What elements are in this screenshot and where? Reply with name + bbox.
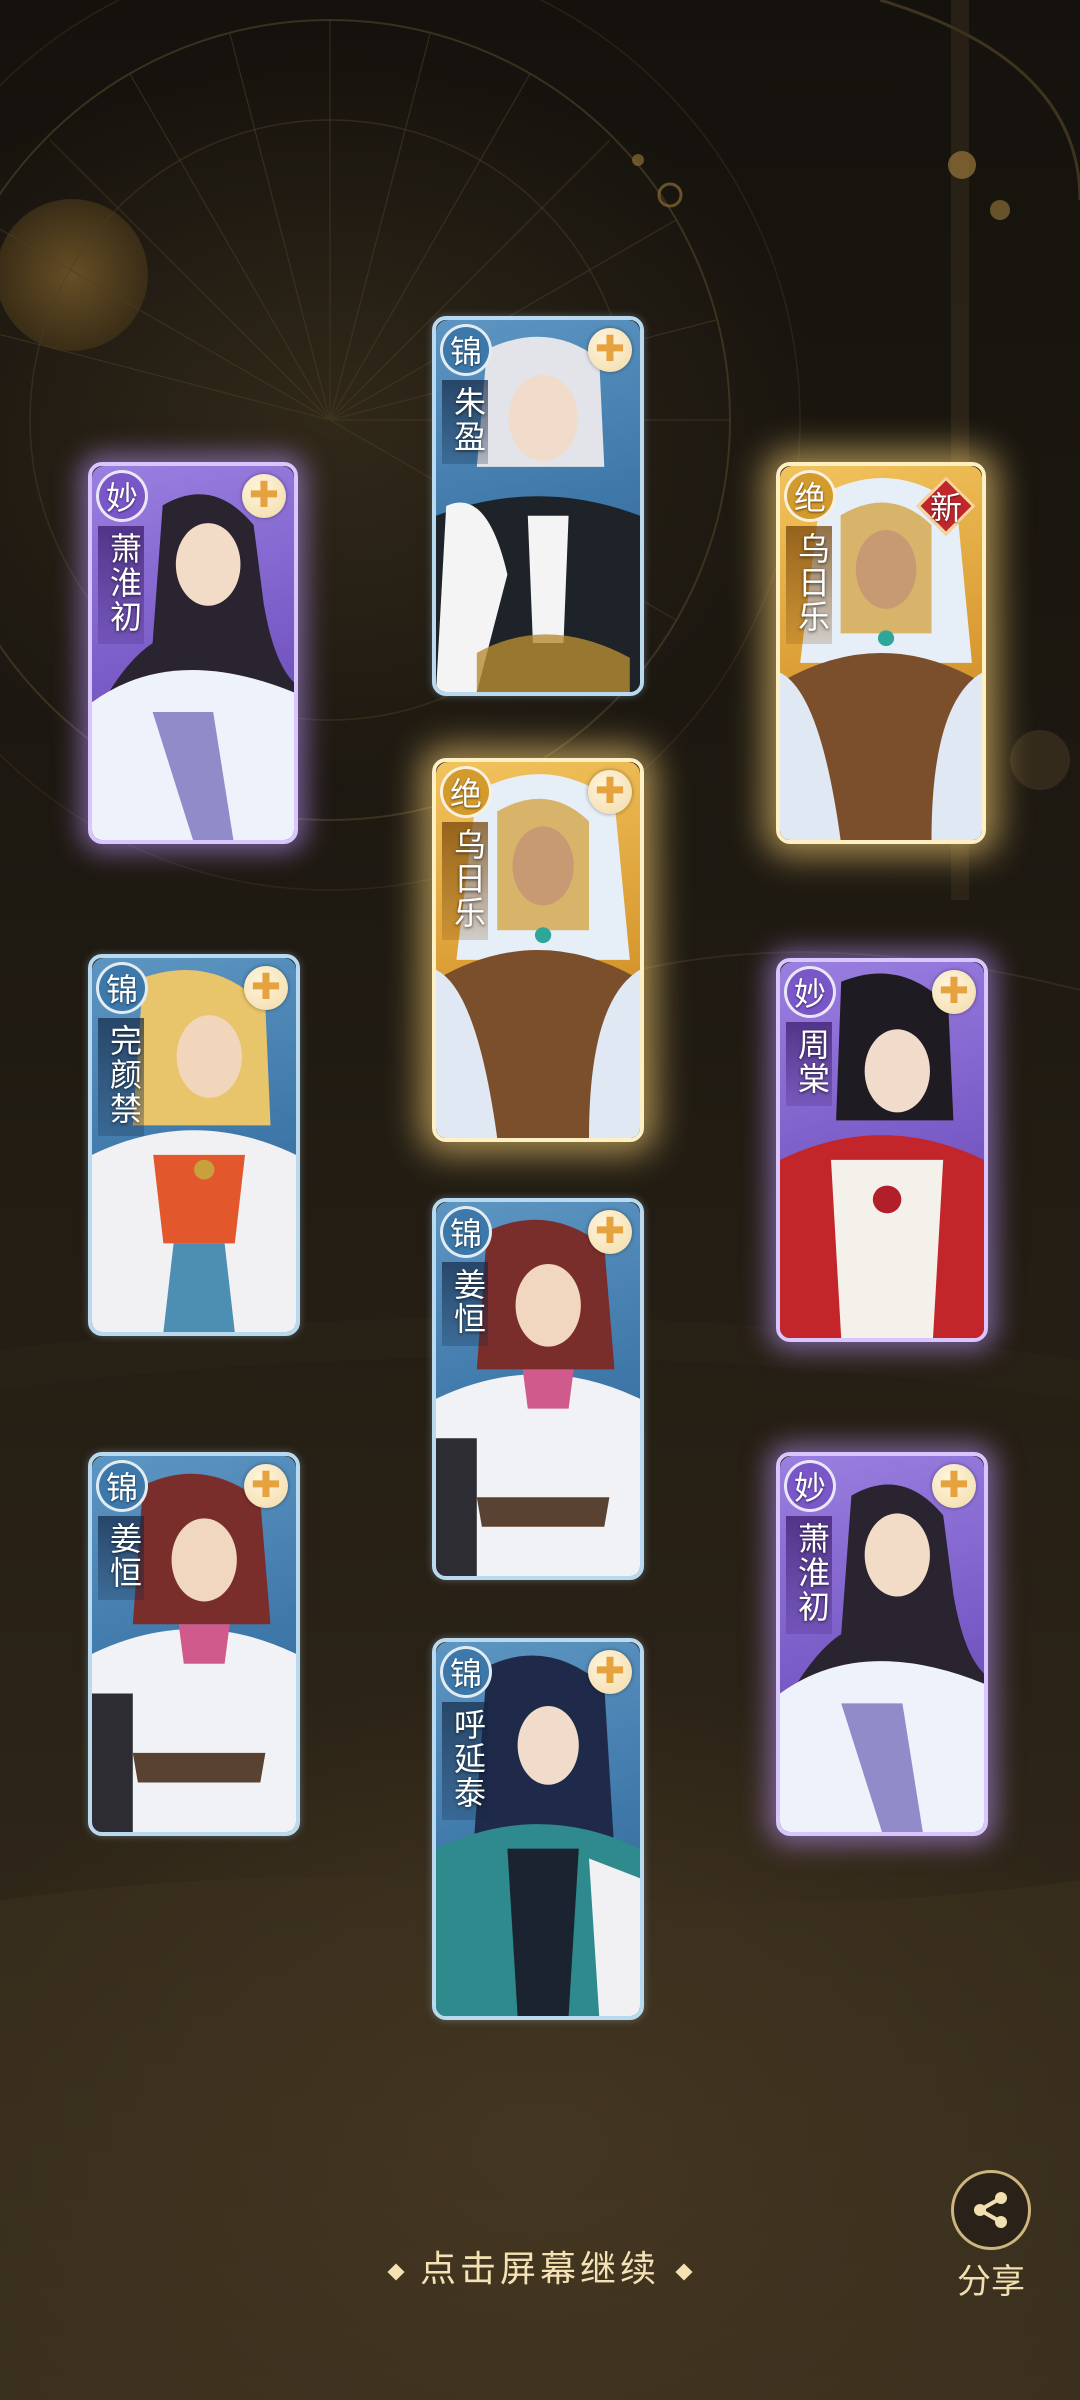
character-name: 周棠 (786, 1022, 832, 1106)
character-card-1[interactable]: 妙 萧淮初 ✚ (88, 462, 298, 844)
rarity-badge: 绝 (784, 470, 836, 522)
character-name: 萧淮初 (98, 526, 144, 644)
character-card-6[interactable]: 妙 周棠 ✚ (776, 958, 988, 1342)
diamond-icon (387, 2263, 405, 2281)
character-name: 朱盈 (442, 380, 488, 464)
character-card-10[interactable]: 锦 呼延泰 ✚ (432, 1638, 644, 2020)
character-portrait (436, 1655, 640, 2016)
plus-icon: ✚ (588, 1210, 632, 1254)
character-name: 完颜禁 (98, 1018, 144, 1136)
diamond-icon (675, 2263, 693, 2281)
character-name: 姜恒 (98, 1516, 144, 1600)
plus-icon: ✚ (588, 1650, 632, 1694)
rarity-badge: 锦 (96, 1460, 148, 1512)
character-portrait (92, 494, 294, 840)
character-name: 萧淮初 (786, 1516, 832, 1634)
share-label: 分享 (957, 2262, 1025, 2302)
plus-icon: ✚ (932, 970, 976, 1014)
rarity-badge: 锦 (440, 1206, 492, 1258)
plus-icon: ✚ (932, 1464, 976, 1508)
rarity-badge: 妙 (96, 470, 148, 522)
plus-icon: ✚ (244, 966, 288, 1010)
plus-icon: ✚ (242, 474, 286, 518)
character-card-9[interactable]: 妙 萧淮初 ✚ (776, 1452, 988, 1836)
plus-icon: ✚ (588, 770, 632, 814)
character-portrait (436, 774, 640, 1138)
character-name: 呼延泰 (442, 1702, 488, 1820)
plus-icon: ✚ (244, 1464, 288, 1508)
character-card-7[interactable]: 锦 姜恒 ✚ (432, 1198, 644, 1580)
character-card-5[interactable]: 锦 完颜禁 ✚ (88, 954, 300, 1336)
share-button[interactable]: 分享 (946, 2170, 1036, 2302)
new-badge: 新 (916, 476, 976, 536)
character-card-8[interactable]: 锦 姜恒 ✚ (88, 1452, 300, 1836)
rarity-badge: 绝 (440, 766, 492, 818)
plus-icon: ✚ (588, 328, 632, 372)
gacha-result-screen[interactable]: 妙 萧淮初 ✚ 锦 朱盈 ✚ 绝 乌日乐 新 绝 乌日乐 ✚ 锦 完颜禁 ✚ 妙… (0, 0, 1080, 2400)
character-name: 乌日乐 (442, 822, 488, 940)
tap-to-continue-hint[interactable]: 点击屏幕继续 (0, 2240, 1080, 2292)
character-portrait (780, 973, 984, 1338)
character-portrait (436, 1219, 640, 1576)
tap-to-continue-text: 点击屏幕继续 (419, 2249, 660, 2290)
rarity-badge: 妙 (784, 966, 836, 1018)
character-portrait (92, 969, 296, 1332)
share-icon (974, 2192, 1007, 2228)
character-portrait (92, 1473, 296, 1832)
character-card-2[interactable]: 锦 朱盈 ✚ (432, 316, 644, 696)
rarity-badge: 锦 (440, 1646, 492, 1698)
rarity-badge: 妙 (784, 1460, 836, 1512)
rarity-badge: 锦 (440, 324, 492, 376)
rarity-badge: 锦 (96, 962, 148, 1014)
character-card-3[interactable]: 绝 乌日乐 新 (776, 462, 986, 844)
character-portrait (780, 1484, 984, 1832)
character-name: 姜恒 (442, 1262, 488, 1346)
character-name: 乌日乐 (786, 526, 832, 644)
character-card-4[interactable]: 绝 乌日乐 ✚ (432, 758, 644, 1142)
